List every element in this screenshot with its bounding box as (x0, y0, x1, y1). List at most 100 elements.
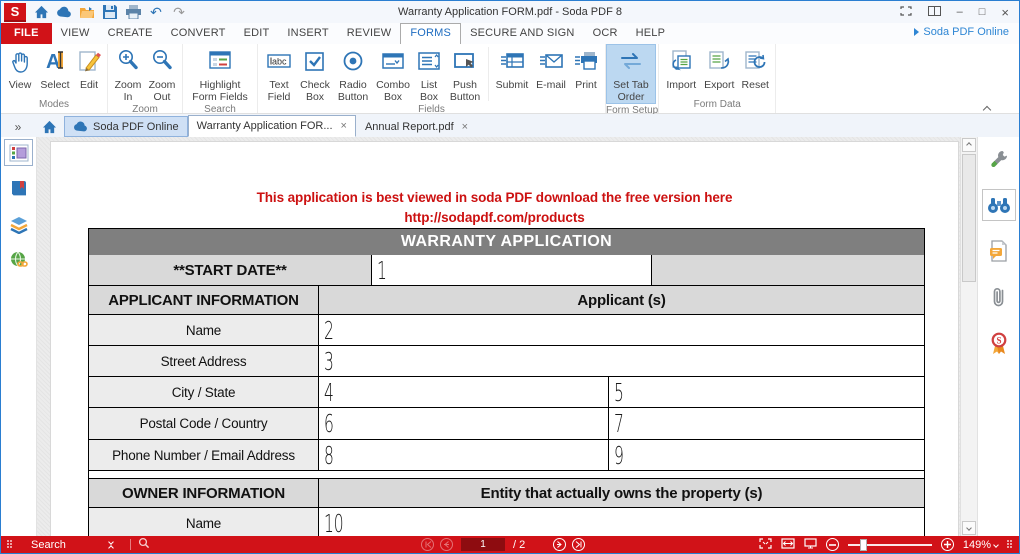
form-field[interactable]: 8 (319, 440, 609, 470)
highlight-form-fields-button[interactable]: Highlight Form Fields (186, 45, 254, 103)
menu-edit[interactable]: EDIT (235, 23, 279, 44)
search-label[interactable]: Search (31, 539, 109, 551)
set-tab-order-button[interactable]: Set Tab Order (606, 44, 656, 104)
vertical-scrollbar[interactable] (960, 137, 977, 536)
fullscreen-mode-icon[interactable] (900, 6, 912, 19)
tab-soda-pdf-online[interactable]: Soda PDF Online (64, 116, 188, 137)
zoom-slider[interactable] (848, 544, 932, 546)
menu-view[interactable]: VIEW (52, 23, 99, 44)
tab-annual-report[interactable]: Annual Report.pdf × (356, 116, 477, 137)
search-direction-buttons[interactable] (109, 540, 113, 550)
close-tab-icon[interactable]: × (341, 120, 347, 132)
ribbon-group-form-setup: Set Tab Order Form Setup (606, 44, 659, 113)
next-page-button[interactable] (553, 538, 566, 551)
scroll-down-button[interactable] (962, 521, 976, 535)
scroll-up-button[interactable] (962, 138, 976, 152)
ribbon-group-search: Highlight Form Fields Search (183, 44, 258, 113)
zoom-in-button[interactable]: Zoom In (111, 45, 145, 103)
text-field-button[interactable]: abc Text Field (261, 45, 297, 103)
minimize-button[interactable]: – (957, 6, 963, 18)
notice-line-1: This application is best viewed in soda … (51, 188, 938, 208)
cloud-icon[interactable] (56, 4, 72, 20)
tools-panel-button[interactable] (982, 143, 1016, 175)
check-box-button[interactable]: Check Box (297, 45, 333, 103)
search-icon[interactable] (138, 537, 150, 552)
bookmarks-panel-button[interactable] (4, 175, 33, 202)
layers-panel-button[interactable] (4, 211, 33, 238)
comments-panel-button[interactable] (982, 235, 1016, 267)
select-text-icon: A (43, 48, 67, 77)
soda-pdf-online-link[interactable]: Soda PDF Online (914, 26, 1009, 38)
form-field[interactable]: 6 (319, 408, 609, 439)
email-button[interactable]: E-mail (532, 45, 570, 97)
radio-button-button[interactable]: Radio Button (333, 45, 373, 103)
form-title: WARRANTY APPLICATION (89, 229, 924, 255)
tab-order-arrows-icon (618, 48, 644, 77)
links-panel-button[interactable] (4, 247, 33, 274)
thumbnails-panel-button[interactable] (4, 139, 33, 166)
start-date-row: **START DATE** 1 (89, 255, 924, 285)
push-button-button[interactable]: Push Button (445, 45, 485, 103)
first-page-button[interactable] (421, 538, 434, 551)
menu-ocr[interactable]: OCR (584, 23, 627, 44)
menu-review[interactable]: REVIEW (338, 23, 401, 44)
signatures-panel-button[interactable]: S (982, 327, 1016, 359)
print-form-button[interactable]: Print (570, 45, 602, 97)
open-file-icon[interactable] (79, 4, 95, 20)
edit-mode-button[interactable]: Edit (74, 45, 104, 97)
previous-page-button[interactable] (440, 538, 453, 551)
switch-view-icon[interactable] (928, 6, 941, 19)
combo-box-button[interactable]: Combo Box (373, 45, 413, 103)
close-button[interactable]: × (1001, 5, 1009, 20)
zoom-slider-handle[interactable] (860, 539, 867, 551)
menu-file[interactable]: FILE (1, 23, 52, 44)
fullscreen-icon[interactable] (759, 538, 772, 552)
attachments-panel-button[interactable] (982, 281, 1016, 313)
resize-grip[interactable] (1007, 540, 1013, 549)
save-icon[interactable] (102, 4, 118, 20)
undo-icon[interactable]: ↶ (148, 4, 164, 20)
close-tab-icon[interactable]: × (462, 121, 468, 133)
export-button[interactable]: Export (700, 45, 738, 97)
form-field[interactable]: 4 (319, 377, 609, 407)
zoom-out-slider-button[interactable] (826, 538, 839, 551)
menu-help[interactable]: HELP (627, 23, 675, 44)
zoom-level-dropdown[interactable]: 149% (963, 539, 998, 551)
fit-page-icon[interactable] (804, 538, 817, 552)
last-page-button[interactable] (572, 538, 585, 551)
search-panel-button[interactable] (982, 189, 1016, 221)
form-field[interactable]: 9 (609, 440, 924, 470)
current-page-input[interactable]: 1 (461, 538, 505, 551)
form-field[interactable]: 3 (319, 346, 924, 376)
form-field[interactable]: 10 (319, 508, 924, 536)
tab-home[interactable] (35, 116, 64, 137)
import-button[interactable]: Import (662, 45, 700, 97)
reset-button[interactable]: Reset (738, 45, 772, 97)
fit-width-icon[interactable] (781, 538, 795, 552)
submit-button[interactable]: Submit (492, 45, 532, 97)
form-field[interactable]: 7 (609, 408, 924, 439)
print-icon[interactable] (125, 4, 141, 20)
form-field[interactable]: 2 (319, 315, 924, 345)
zoom-in-slider-button[interactable] (941, 538, 954, 551)
maximize-button[interactable]: □ (979, 6, 986, 18)
tabs-overflow-button[interactable]: » (1, 117, 35, 137)
menu-create[interactable]: CREATE (99, 23, 162, 44)
home-icon[interactable] (33, 4, 49, 20)
soda-pdf-logo[interactable]: S (4, 3, 26, 22)
menu-secure-and-sign[interactable]: SECURE AND SIGN (461, 23, 583, 44)
menu-insert[interactable]: INSERT (278, 23, 337, 44)
start-date-field[interactable]: 1 (372, 255, 652, 285)
view-mode-button[interactable]: View (4, 45, 36, 97)
tab-warranty-application[interactable]: Warranty Application FOR... × (188, 115, 356, 137)
list-box-button[interactable]: List Box (413, 45, 445, 103)
select-mode-button[interactable]: A Select (36, 45, 74, 97)
zoom-out-button[interactable]: Zoom Out (145, 45, 179, 103)
tab-order-number: 6 (324, 411, 334, 436)
redo-icon[interactable]: ↷ (171, 4, 187, 20)
form-field[interactable]: 5 (609, 377, 924, 407)
menu-forms[interactable]: FORMS (400, 23, 461, 44)
scrollbar-thumb[interactable] (962, 154, 976, 282)
menu-convert[interactable]: CONVERT (162, 23, 235, 44)
statusbar-grip[interactable] (7, 540, 13, 549)
